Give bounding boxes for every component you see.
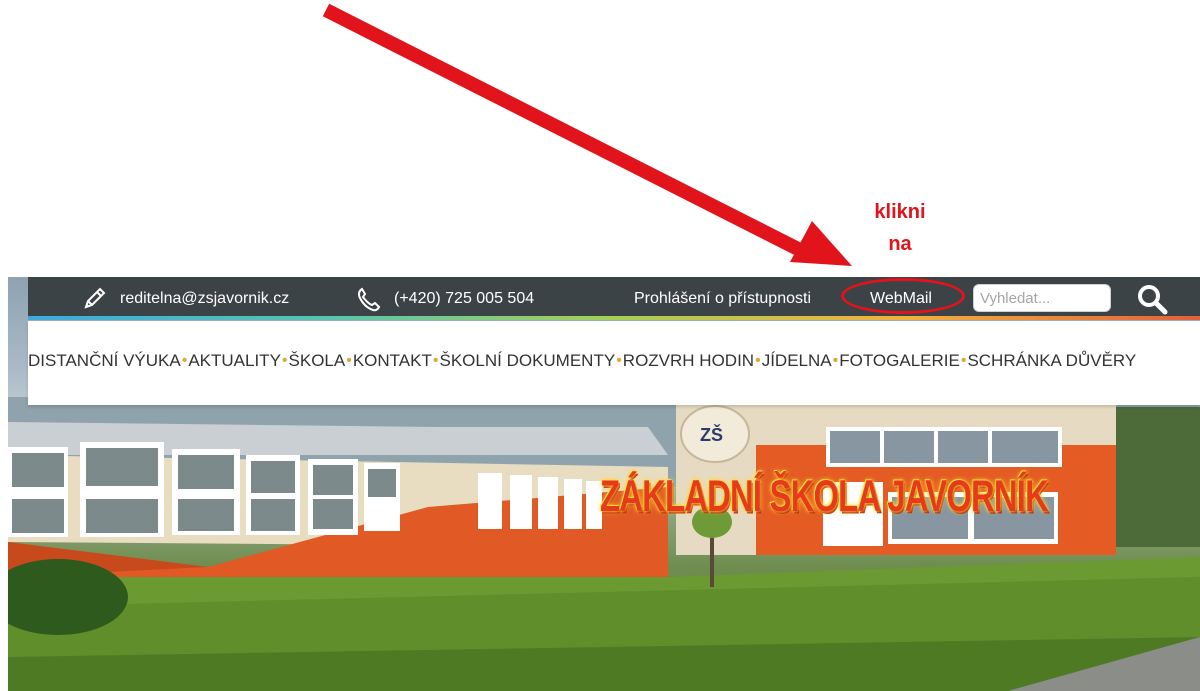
nav-separator: • xyxy=(181,352,188,369)
color-stripe xyxy=(28,316,1200,320)
phone-contact[interactable]: (+420) 725 005 504 xyxy=(354,284,534,314)
webmail-link[interactable]: WebMail xyxy=(870,284,932,314)
nav-separator: • xyxy=(960,352,967,369)
magnifier-icon[interactable] xyxy=(1136,283,1168,315)
main-navigation: DISTANČNÍ VÝUKA • AKTUALITY • ŠKOLA • KO… xyxy=(28,321,1200,405)
email-contact[interactable]: reditelna@zsjavornik.cz xyxy=(80,284,289,314)
building-logo: ZŠ xyxy=(700,424,723,445)
phone-icon xyxy=(354,285,382,313)
email-text: reditelna@zsjavornik.cz xyxy=(120,290,290,307)
nav-item-skola[interactable]: ŠKOLA xyxy=(289,351,346,371)
nav-item-skolni-dokumenty[interactable]: ŠKOLNÍ DOKUMENTY xyxy=(439,351,615,371)
school-name-banner: ZÁKLADNÍ ŠKOLA JAVORNÍK xyxy=(600,471,1049,521)
nav-separator: • xyxy=(432,352,439,369)
callout-line-1: klikni xyxy=(874,201,926,223)
nav-separator: • xyxy=(832,352,839,369)
nav-item-aktuality[interactable]: AKTUALITY xyxy=(188,351,281,371)
arrow-shaft xyxy=(322,3,804,257)
accessibility-link[interactable]: Prohlášení o přístupnosti xyxy=(634,284,811,314)
search-input[interactable] xyxy=(973,284,1111,312)
annotation-arrow xyxy=(322,3,852,266)
nav-item-distancni-vyuka[interactable]: DISTANČNÍ VÝUKA xyxy=(28,351,181,371)
nav-item-schranka-duvery[interactable]: SCHRÁNKA DŮVĚRY xyxy=(967,351,1136,371)
school-website: ZŠ ZÁKLADNÍ ŠKOLA JAVORNÍK reditelna@zsj… xyxy=(8,277,1200,691)
nav-list: DISTANČNÍ VÝUKA • AKTUALITY • ŠKOLA • KO… xyxy=(28,351,1136,371)
phone-text: (+420) 725 005 504 xyxy=(394,290,535,307)
nav-item-rozvrh-hodin[interactable]: ROZVRH HODIN xyxy=(623,351,754,371)
annotation-callout: klikni na xyxy=(852,196,948,260)
top-bar: reditelna@zsjavornik.cz (+420) 725 005 5… xyxy=(28,277,1200,320)
nav-item-fotogalerie[interactable]: FOTOGALERIE xyxy=(839,351,960,371)
nav-separator: • xyxy=(616,352,622,369)
nav-item-jidelna[interactable]: JÍDELNA xyxy=(762,351,832,371)
nav-separator: • xyxy=(755,352,761,369)
pencil-icon xyxy=(80,285,108,313)
callout-line-2: na xyxy=(888,233,912,255)
nav-separator: • xyxy=(281,352,288,369)
nav-item-kontakt[interactable]: KONTAKT xyxy=(353,351,432,371)
nav-separator: • xyxy=(346,352,352,369)
